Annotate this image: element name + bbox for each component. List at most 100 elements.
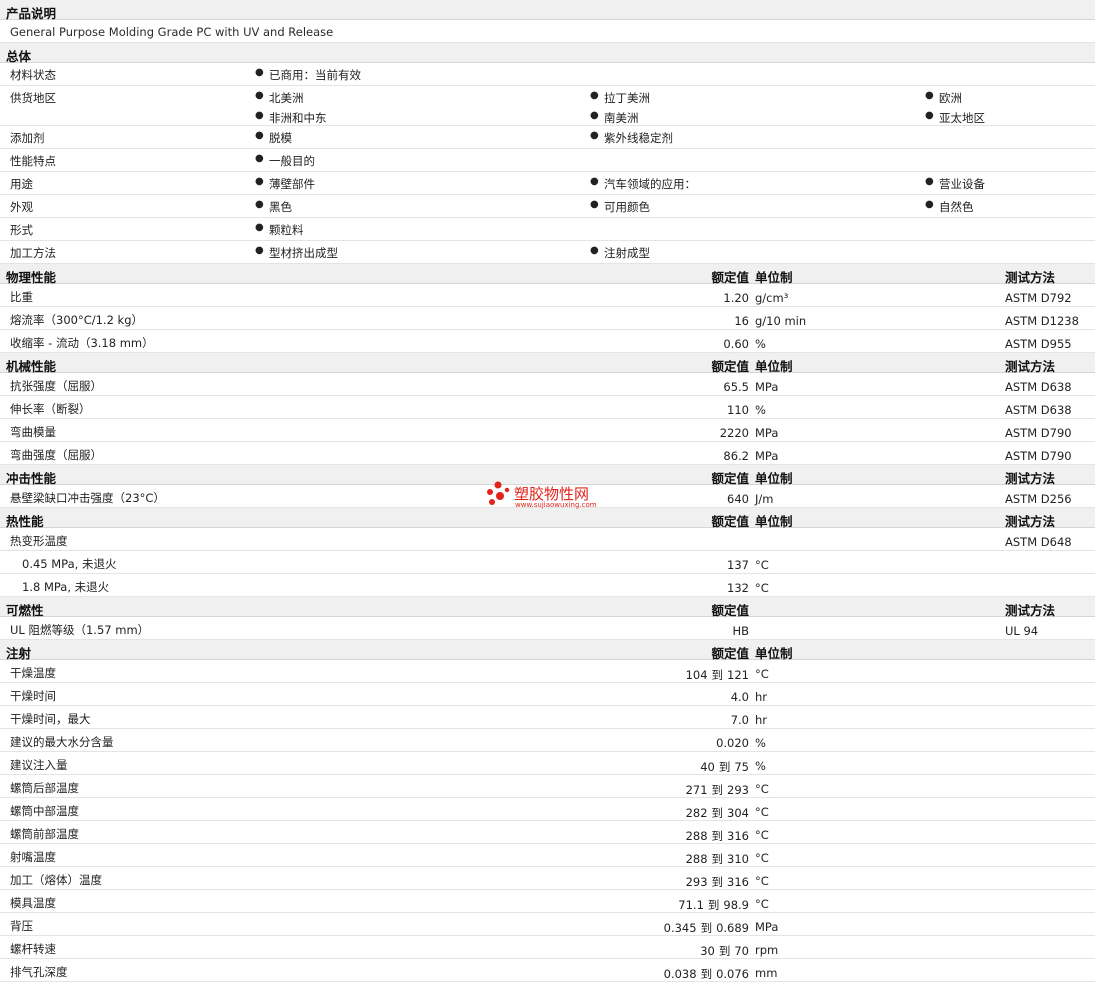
property-label: 射嘴温度 [10,850,56,864]
property-row: 建议的最大水分含量 0.020% [0,729,1095,752]
range-high: 293 [727,783,749,797]
property-row: 模具温度 71.1 到 98.9 °C [0,890,1095,913]
property-label: 螺杆转速 [10,942,56,956]
property-unit: MPa [755,426,779,440]
property-label: 建议的最大水分含量 [10,735,114,749]
bullet-icon: ● [925,199,934,210]
property-label: 加工（熔体）温度 [10,873,102,887]
property-label: 弯曲强度（屈服） [10,448,102,462]
range-high: 121 [727,668,749,682]
property-value: 271 到 293 [686,782,749,798]
property-label: 螺筒前部温度 [10,827,79,841]
property-value: 40 到 75 [700,759,749,775]
range-high: 98.9 [723,898,749,912]
bullet-icon: ● [925,110,934,121]
property-label: 模具温度 [10,896,56,910]
property-value: HB [732,624,749,638]
range-to: 到 [711,852,724,866]
section-header-mechanical: 机械性能 额定值 单位制 测试方法 [0,353,1095,374]
property-unit: °C [755,581,769,595]
property-row: UL 阻燃等级（1.57 mm） HB UL 94 [0,617,1095,640]
range-to: 到 [718,760,731,774]
property-value: 640 [727,492,749,506]
description-row: General Purpose Molding Grade PC with UV… [0,20,1095,43]
range-to: 到 [718,944,731,958]
property-label: 抗张强度（屈服） [10,379,102,393]
test-method: ASTM D638 [1005,403,1072,417]
property-label: 背压 [10,919,33,933]
logo-dots-icon [487,481,510,505]
property-row: 建议注入量 40 到 75% [0,752,1095,775]
range-low: 40 [700,760,715,774]
property-value: 282 到 304 [686,805,749,821]
property-value: 288 到 310 [686,851,749,867]
property-unit: % [755,736,766,750]
bullet-icon: ● [255,67,264,78]
range-high: 0.689 [716,921,749,935]
property-label: 熔流率（300°C/1.2 kg） [10,313,144,327]
range-to: 到 [711,806,724,820]
general-row-region: 供货地区 ● 北美洲 ● 拉丁美洲 ● 欧洲 ● 非洲和中东 ● 南美洲 ● 亚太地区 [0,86,1095,126]
range-low: 30 [700,944,715,958]
range-high: 75 [734,760,749,774]
test-method: ASTM D256 [1005,492,1072,506]
test-method: ASTM D638 [1005,380,1072,394]
property-value: 0.020 [716,736,749,750]
range-to: 到 [711,668,724,682]
property-value: 86.2 [723,449,749,463]
property-unit: °C [755,874,769,888]
property-value: 1.20 [723,291,749,305]
property-label: 0.45 MPa, 未退火 [22,557,117,571]
section-header-physical: 物理性能 额定值 单位制 测试方法 [0,264,1095,285]
range-high: 70 [734,944,749,958]
property-row: 螺筒中部温度 282 到 304 °C [0,798,1095,821]
property-row: 射嘴温度 288 到 310 °C [0,844,1095,867]
general-row-form: 形式 ● 颗粒料 [0,218,1095,241]
property-value: 0.038 到 0.076 [664,966,749,982]
range-low: 71.1 [678,898,704,912]
row-label: 性能特点 [10,154,56,168]
property-value: 16 [734,314,749,328]
property-unit: °C [755,828,769,842]
property-label: 干燥温度 [10,666,56,680]
bullet-icon: ● [590,245,599,256]
property-row: 螺杆转速 30 到 70 rpm [0,936,1095,959]
property-row: 弯曲强度（屈服） 86.2 MPa ASTM D790 [0,442,1095,465]
property-row: 1.8 MPa, 未退火 132 °C [0,574,1095,597]
row-label: 外观 [10,200,33,214]
bullet-icon: ● [255,245,264,256]
property-row: 比重 1.20 g/cm³ ASTM D792 [0,284,1095,307]
property-label: 收缩率 - 流动（3.18 mm） [10,336,154,350]
property-unit: MPa [755,380,779,394]
property-unit: °C [755,851,769,865]
row-label: 材料状态 [10,68,56,82]
property-label: 螺筒中部温度 [10,804,79,818]
range-low: 104 [685,668,708,682]
bullet-icon: ● [925,90,934,101]
datasheet: 产品说明 General Purpose Molding Grade PC wi… [0,0,1095,982]
property-row: 干燥温度 104 到 121 °C [0,660,1095,683]
range-to: 到 [700,921,713,935]
property-unit: % [755,759,766,773]
property-row: 螺筒后部温度 271 到 293 °C [0,775,1095,798]
watermark-logo: 塑胶物性网 www.sujiaowuxing.com [484,478,624,512]
property-value: 137 [727,558,749,572]
range-low: 293 [685,875,708,889]
property-unit: hr [755,690,768,704]
property-row: 伸长率（断裂） 110% ASTM D638 [0,396,1095,419]
property-value: 104 到 121 [686,667,749,683]
range-high: 316 [727,829,749,843]
bullet-icon: ● [255,199,264,210]
row-label: 形式 [10,223,33,237]
range-low: 271 [685,783,708,797]
test-method: ASTM D790 [1005,449,1072,463]
property-label: 干燥时间 [10,689,56,703]
property-label: 悬壁梁缺口冲击强度（23°C） [10,491,165,505]
general-row-look: 外观 ● 黑色 ● 可用颜色 ● 自然色 [0,195,1095,218]
property-row: 0.45 MPa, 未退火 137 °C [0,551,1095,574]
property-row: 抗张强度（屈服） 65.5 MPa ASTM D638 [0,373,1095,396]
property-label: 热变形温度 [10,534,68,548]
property-value: 0.345 到 0.689 [664,920,749,936]
property-value: 4.0 [730,690,749,704]
bullet-icon: ● [590,110,599,121]
